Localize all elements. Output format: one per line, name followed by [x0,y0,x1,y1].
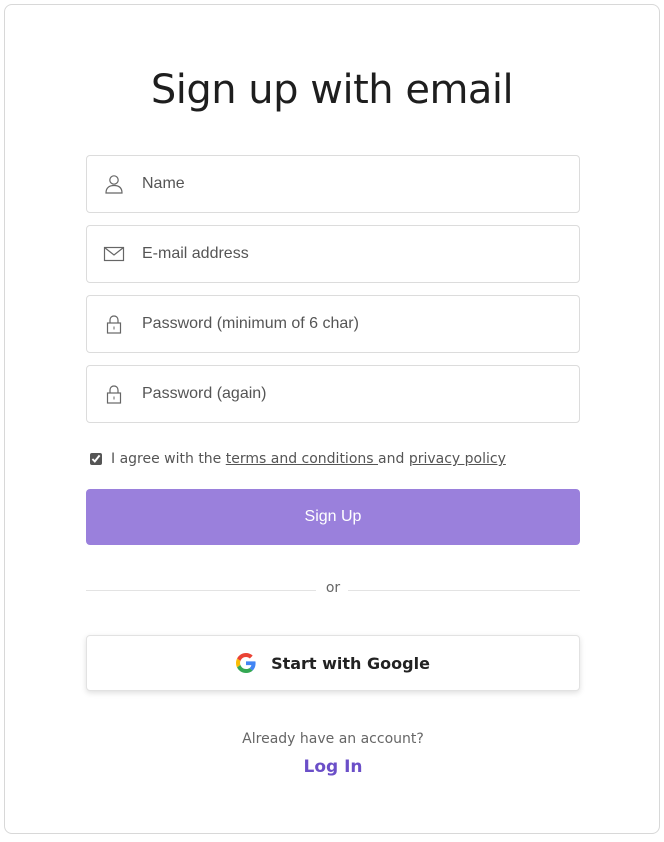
divider-line-right [348,590,580,591]
password-again-field[interactable] [86,365,580,423]
already-have-account-text: Already have an account? [242,731,424,747]
divider-or-text: or [325,580,341,596]
user-icon [105,175,123,194]
terms-agreement: I agree with the terms and conditions an… [90,448,506,470]
password-field[interactable] [86,295,580,353]
google-signin-button[interactable]: Start with Google [86,635,580,691]
name-input[interactable] [142,156,562,212]
google-button-label: Start with Google [271,653,430,673]
page-title: Sign up with email [150,67,514,113]
lock-icon [106,315,122,334]
lock-icon [106,385,122,404]
google-icon [236,653,256,673]
signup-button[interactable]: Sign Up [86,489,580,545]
signup-card: Sign up with email Name E-mail address I… [4,4,660,834]
agree-checkbox[interactable] [90,453,102,465]
login-link[interactable]: Log In [5,757,661,777]
agree-middle-text: and [378,451,409,467]
password-again-input[interactable] [142,366,562,422]
privacy-policy-link[interactable]: privacy policy [409,451,506,467]
terms-link[interactable]: terms and conditions [226,451,378,467]
agree-prefix-text: I agree with the [111,451,226,467]
password-input[interactable] [142,296,562,352]
mail-icon [103,246,125,262]
email-field[interactable] [86,225,580,283]
email-input[interactable] [142,226,562,282]
name-field[interactable] [86,155,580,213]
